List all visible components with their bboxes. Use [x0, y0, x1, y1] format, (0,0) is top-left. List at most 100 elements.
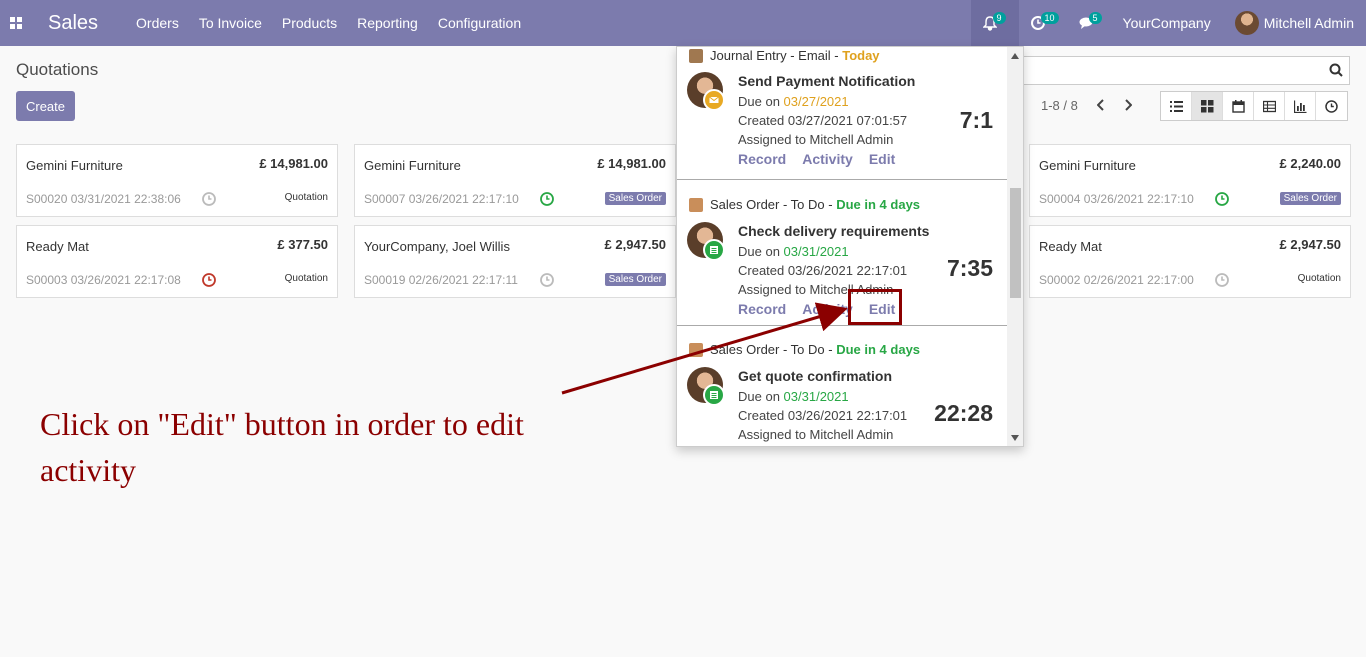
user-menu[interactable]: Mitchell Admin	[1223, 0, 1366, 46]
scroll-thumb[interactable]	[1010, 188, 1021, 298]
menu-orders[interactable]: Orders	[136, 15, 179, 31]
pivot-view-icon[interactable]	[1254, 92, 1285, 120]
activity-time: 7:35	[946, 255, 993, 281]
pager-previous-icon[interactable]	[1094, 96, 1108, 114]
card-reference: S00019 02/26/2021 22:17:11	[364, 273, 518, 287]
record-button[interactable]: Record	[738, 301, 786, 317]
activity-button[interactable]: Activity	[802, 151, 853, 167]
activities-badge: 10	[1040, 12, 1059, 24]
calendar-view-icon[interactable]	[1223, 92, 1254, 120]
activity-model: Sales Order - To Do -	[710, 197, 833, 212]
activity-view-icon[interactable]	[1316, 92, 1347, 120]
menu-to-invoice[interactable]: To Invoice	[199, 15, 262, 31]
apps-menu-icon[interactable]	[0, 0, 32, 46]
activity-button[interactable]: Activity	[802, 446, 853, 447]
activities-button[interactable]: 10	[1019, 0, 1067, 46]
card-reference: S00020 03/31/2021 22:38:06	[26, 192, 181, 206]
status-badge: Sales Order	[604, 192, 666, 205]
card-reference: S00002 02/26/2021 22:17:00	[1039, 273, 1194, 287]
due-date: 03/31/2021	[783, 244, 849, 259]
notifications-button[interactable]: 9	[970, 0, 1019, 46]
activity-clock-icon[interactable]	[540, 192, 554, 206]
activity-summary: Send Payment Notification	[738, 73, 916, 89]
list-icon	[703, 239, 725, 261]
activity-dropdown: Journal Entry - Email - Today Send Payme…	[676, 46, 1024, 447]
activity-clock-icon[interactable]	[202, 273, 216, 287]
list-view-icon[interactable]	[1161, 92, 1192, 120]
due-prefix: Due on	[738, 94, 784, 109]
scroll-up-icon[interactable]	[1011, 53, 1019, 59]
activity-clock-icon[interactable]	[540, 273, 554, 287]
page-title: Quotations	[16, 60, 99, 79]
kanban-card[interactable]: YourCompany, Joel Willis £ 2,947.50 S000…	[354, 225, 676, 298]
journal-icon	[689, 48, 703, 63]
activity-assigned: Assigned to Mitchell Admin	[738, 132, 894, 147]
activity-button[interactable]: Activity	[802, 301, 853, 317]
search-input[interactable]	[1000, 56, 1350, 85]
view-switcher	[1160, 91, 1348, 121]
graph-view-icon[interactable]	[1285, 92, 1316, 120]
status-badge: Sales Order	[604, 273, 666, 286]
menu-configuration[interactable]: Configuration	[438, 15, 521, 31]
activity-summary: Check delivery requirements	[738, 223, 930, 239]
kanban-card[interactable]: Gemini Furniture £ 14,981.00 S00020 03/3…	[16, 144, 338, 217]
status-badge: Quotation	[1297, 273, 1341, 284]
activity-due-label: Today	[842, 48, 880, 63]
kanban-card[interactable]: Gemini Furniture £ 2,240.00 S00004 03/26…	[1029, 144, 1351, 217]
activity-actions: Record Activity Edit	[738, 151, 895, 167]
activity-header[interactable]: Journal Entry - Email - Today	[689, 48, 880, 63]
menu-products[interactable]: Products	[282, 15, 337, 31]
top-navbar: Sales Orders To Invoice Products Reporti…	[0, 0, 1366, 46]
activity-separator	[677, 325, 1009, 326]
activity-clock-icon[interactable]	[1215, 273, 1229, 287]
create-button[interactable]: Create	[16, 91, 75, 121]
card-amount: £ 14,981.00	[597, 156, 666, 171]
edit-button[interactable]: Edit	[869, 151, 895, 167]
app-name[interactable]: Sales	[48, 12, 98, 35]
messages-badge: 5	[1088, 12, 1102, 24]
activity-header[interactable]: Sales Order - To Do - Due in 4 days	[689, 342, 920, 357]
company-switcher[interactable]: YourCompany	[1111, 0, 1223, 46]
activity-model: Journal Entry - Email -	[710, 48, 839, 63]
scroll-down-icon[interactable]	[1011, 435, 1019, 441]
envelope-icon	[703, 89, 725, 111]
activity-header[interactable]: Sales Order - To Do - Due in 4 days	[689, 197, 920, 212]
activity-actions: Record Activity Edit	[738, 446, 895, 447]
search-icon[interactable]	[1329, 63, 1343, 77]
activity-assigned: Assigned to Mitchell Admin	[738, 427, 894, 442]
avatar	[1234, 11, 1259, 35]
card-reference: S00004 03/26/2021 22:17:10	[1039, 192, 1194, 206]
edit-highlight-box	[848, 289, 902, 325]
record-button[interactable]: Record	[738, 151, 786, 167]
edit-button[interactable]: Edit	[869, 446, 895, 447]
activity-time: 22:28	[934, 400, 993, 426]
activity-summary: Get quote confirmation	[738, 368, 892, 384]
card-partner: Gemini Furniture	[1039, 158, 1136, 173]
pager-next-icon[interactable]	[1121, 96, 1135, 114]
menu-reporting[interactable]: Reporting	[357, 15, 418, 31]
card-partner: Gemini Furniture	[364, 158, 461, 173]
kanban-card[interactable]: Gemini Furniture £ 14,981.00 S00007 03/2…	[354, 144, 676, 217]
activity-due-label: Due in 4 days	[836, 197, 921, 212]
sales-order-icon	[689, 197, 703, 212]
due-prefix: Due on	[738, 244, 784, 259]
status-badge: Quotation	[284, 273, 328, 284]
due-date: 03/27/2021	[783, 94, 849, 109]
kanban-view-icon[interactable]	[1192, 92, 1223, 120]
card-partner: Ready Mat	[1039, 239, 1102, 254]
activity-clock-icon[interactable]	[1215, 192, 1229, 206]
kanban-card[interactable]: Ready Mat £ 2,947.50 S00002 02/26/2021 2…	[1029, 225, 1351, 298]
systray: 9 10 5 YourCompany Mitchell Admin	[970, 0, 1366, 46]
activity-due-date: Due on 03/31/2021	[738, 244, 849, 259]
card-partner: Gemini Furniture	[26, 158, 123, 173]
activity-created: Created 03/26/2021 22:17:01	[738, 408, 908, 423]
due-date: 03/31/2021	[783, 389, 849, 404]
activity-clock-icon[interactable]	[202, 192, 216, 206]
record-button[interactable]: Record	[738, 446, 786, 447]
pager-value[interactable]: 1-8 / 8	[1041, 98, 1078, 113]
dropdown-scrollbar[interactable]	[1007, 47, 1023, 446]
card-amount: £ 377.50	[277, 237, 328, 252]
kanban-card[interactable]: Ready Mat £ 377.50 S00003 03/26/2021 22:…	[16, 225, 338, 298]
messages-button[interactable]: 5	[1067, 0, 1111, 46]
card-reference: S00007 03/26/2021 22:17:10	[364, 192, 519, 206]
